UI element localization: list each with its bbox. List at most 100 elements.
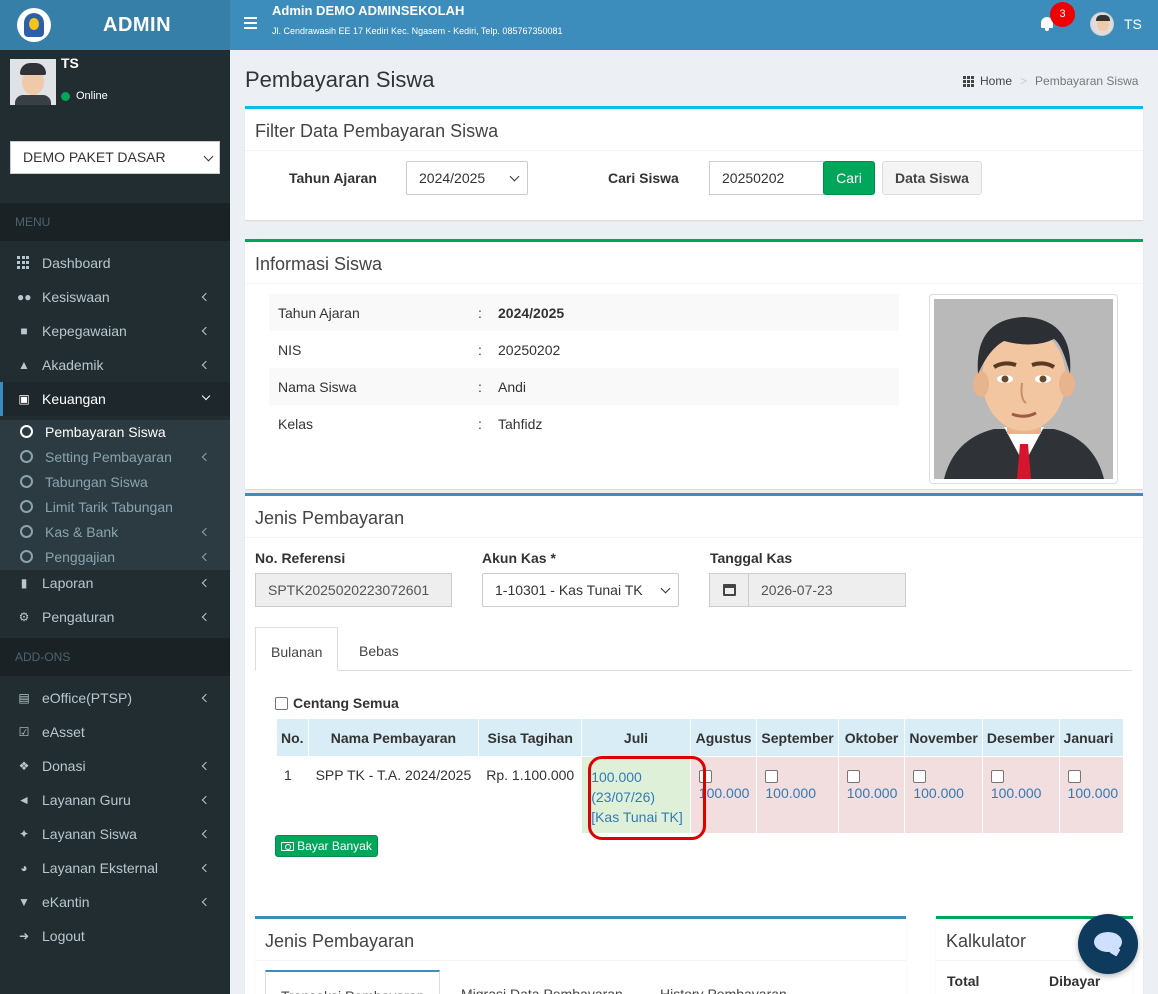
month-amount[interactable]: 100.000 <box>991 785 1052 801</box>
jenis-pembayaran-title: Jenis Pembayaran <box>255 508 405 528</box>
info-row-tahun-ajaran: Tahun Ajaran : 2024/2025 <box>269 294 899 331</box>
chevron-left-icon <box>201 863 211 873</box>
month-checkbox[interactable] <box>913 769 927 783</box>
circle-icon <box>20 500 33 513</box>
month-checkbox[interactable] <box>846 769 860 783</box>
submenu-item-label: Kas & Bank <box>45 523 119 540</box>
chevron-left-icon <box>201 360 211 370</box>
hamburger-menu-icon[interactable] <box>244 17 257 29</box>
tanggal-kas-input[interactable]: 2026-07-23 <box>748 573 906 607</box>
sidebar-item-eoffice[interactable]: ▤ eOffice(PTSP) <box>0 681 230 715</box>
package-select[interactable]: DEMO PAKET DASAR <box>10 141 220 174</box>
tab-bebas[interactable]: Bebas <box>359 643 399 659</box>
menu-header: MENU <box>0 203 230 241</box>
sidebar-item-ekantin[interactable]: ▼ eKantin <box>0 885 230 919</box>
akun-kas-select[interactable]: 1-10301 - Kas Tunai TK <box>482 573 679 607</box>
month-amount[interactable]: 100.000 <box>699 785 750 801</box>
chevron-left-icon <box>201 612 211 622</box>
submenu-item-limit-tarik-tabungan[interactable]: Limit Tarik Tabungan <box>0 494 230 519</box>
paid-amount[interactable]: 100.000 <box>591 767 683 787</box>
sidebar-item-kesiswaan[interactable]: ●● Kesiswaan <box>0 280 230 314</box>
column-header: November <box>904 718 983 757</box>
sidebar-item-easset[interactable]: ☑ eAsset <box>0 715 230 749</box>
tahun-ajaran-select[interactable]: 2024/2025 <box>406 161 528 195</box>
centang-semua-checkbox[interactable] <box>275 696 288 710</box>
cari-siswa-label: Cari Siswa <box>608 170 679 186</box>
student-photo <box>929 294 1118 484</box>
sidebar-item-akademik[interactable]: ▲ Akademik <box>0 348 230 382</box>
tab-history-pembayaran[interactable]: History Pembayaran <box>660 986 787 994</box>
circle-icon <box>20 475 33 488</box>
sidebar-item-logout[interactable]: ➜ Logout <box>0 919 230 953</box>
month-checkbox[interactable] <box>1067 769 1081 783</box>
cell-juli-paid[interactable]: 100.000 (23/07/26) [Kas Tunai TK] <box>581 756 691 833</box>
user-avatar <box>10 59 56 105</box>
chevron-left-icon <box>201 292 211 302</box>
cari-button[interactable]: Cari <box>823 161 875 195</box>
calendar-button[interactable] <box>709 573 749 607</box>
breadcrumb-current: Pembayaran Siswa <box>1035 74 1139 88</box>
filter-box-title: Filter Data Pembayaran Siswa <box>255 121 499 141</box>
akun-kas-label: Akun Kas * <box>482 550 556 566</box>
submenu-item-kas-bank[interactable]: Kas & Bank <box>0 519 230 544</box>
no-referensi-input[interactable]: SPTK20250202230726​01 <box>255 573 452 607</box>
sidebar-item-layanan-siswa[interactable]: ✦ Layanan Siswa <box>0 817 230 851</box>
cell-januari[interactable]: 100.000 <box>1058 756 1123 833</box>
month-amount[interactable]: 100.000 <box>1068 785 1119 801</box>
cell-desember[interactable]: 100.000 <box>981 756 1060 833</box>
cell-oktober[interactable]: 100.000 <box>837 756 906 833</box>
sidebar-item-label: Layanan Eksternal <box>42 860 158 876</box>
page-title: Pembayaran Siswa <box>245 67 435 92</box>
bayar-banyak-button[interactable]: Bayar Banyak <box>275 835 378 857</box>
cell-agustus[interactable]: 100.000 <box>689 756 758 833</box>
circle-icon <box>20 550 33 563</box>
centang-semua[interactable]: Centang Semua <box>275 695 399 711</box>
month-amount[interactable]: 100.000 <box>913 785 974 801</box>
top-navbar: Admin DEMO ADMINSEKOLAH Jl. Cendrawasih … <box>230 0 1158 50</box>
cell-september[interactable]: 100.000 <box>756 756 839 833</box>
submenu-item-pembayaran-siswa[interactable]: Pembayaran Siswa <box>0 419 230 444</box>
tab-transaksi-pembayaran[interactable]: Transaksi Pembayaran <box>265 970 440 994</box>
total-label: Total <box>947 973 980 989</box>
graduation-cap-icon: ▲ <box>18 358 30 372</box>
submenu-item-tabungan-siswa[interactable]: Tabungan Siswa <box>0 469 230 494</box>
payment-table: No. Nama Pembayaran Sisa Tagihan Juli Ag… <box>276 718 1123 833</box>
divider <box>245 283 1143 284</box>
user-menu[interactable]: TS <box>1090 12 1142 36</box>
notification-badge[interactable]: 3 <box>1050 2 1075 27</box>
month-amount[interactable]: 100.000 <box>847 785 898 801</box>
sidebar-item-kepegawaian[interactable]: ■ Kepegawaian <box>0 314 230 348</box>
file-icon: ▮ <box>20 576 28 590</box>
tab-migrasi-data[interactable]: Migrasi Data Pembayaran <box>461 986 623 994</box>
sidebar-item-layanan-guru[interactable]: ◄ Layanan Guru <box>0 783 230 817</box>
sidebar-item-label: Dashboard <box>42 255 111 271</box>
sidebar-item-label: Laporan <box>42 575 94 591</box>
month-checkbox[interactable] <box>990 769 1004 783</box>
kalkulator-title: Kalkulator <box>946 931 1027 951</box>
submenu-item-label: Limit Tarik Tabungan <box>45 498 173 515</box>
month-amount[interactable]: 100.000 <box>765 785 830 801</box>
cell-november[interactable]: 100.000 <box>904 756 983 833</box>
sidebar-item-keuangan[interactable]: ▣ Keuangan <box>0 382 230 416</box>
submenu-item-label: Tabungan Siswa <box>45 473 148 490</box>
paid-kas: [Kas Tunai TK] <box>591 809 683 825</box>
cari-siswa-input[interactable]: 20250202 <box>709 161 824 195</box>
sidebar-item-donasi[interactable]: ❖ Donasi <box>0 749 230 783</box>
sidebar-item-laporan[interactable]: ▮ Laporan <box>0 566 230 600</box>
submenu-item-setting-pembayaran[interactable]: Setting Pembayaran <box>0 444 230 469</box>
chat-button[interactable] <box>1078 914 1138 974</box>
sidebar-item-dashboard[interactable]: Dashboard <box>0 246 230 280</box>
sidebar-item-layanan-eksternal[interactable]: ◕ Layanan Eksternal <box>0 851 230 885</box>
logo[interactable]: ADMIN <box>0 0 230 50</box>
tab-bulanan[interactable]: Bulanan <box>255 627 338 671</box>
breadcrumb-home[interactable]: Home <box>980 74 1012 88</box>
sidebar-item-label: eKantin <box>42 894 90 910</box>
sidebar-item-pengaturan[interactable]: ⚙ Pengaturan <box>0 600 230 634</box>
sidebar-item-label: Donasi <box>42 758 86 774</box>
tahun-ajaran-value: 2024/2025 <box>419 170 486 186</box>
month-checkbox[interactable] <box>765 769 779 783</box>
month-checkbox[interactable] <box>698 769 712 783</box>
breadcrumb-separator: > <box>1020 74 1028 88</box>
data-siswa-button[interactable]: Data Siswa <box>882 161 982 195</box>
chevron-left-icon <box>201 552 211 562</box>
